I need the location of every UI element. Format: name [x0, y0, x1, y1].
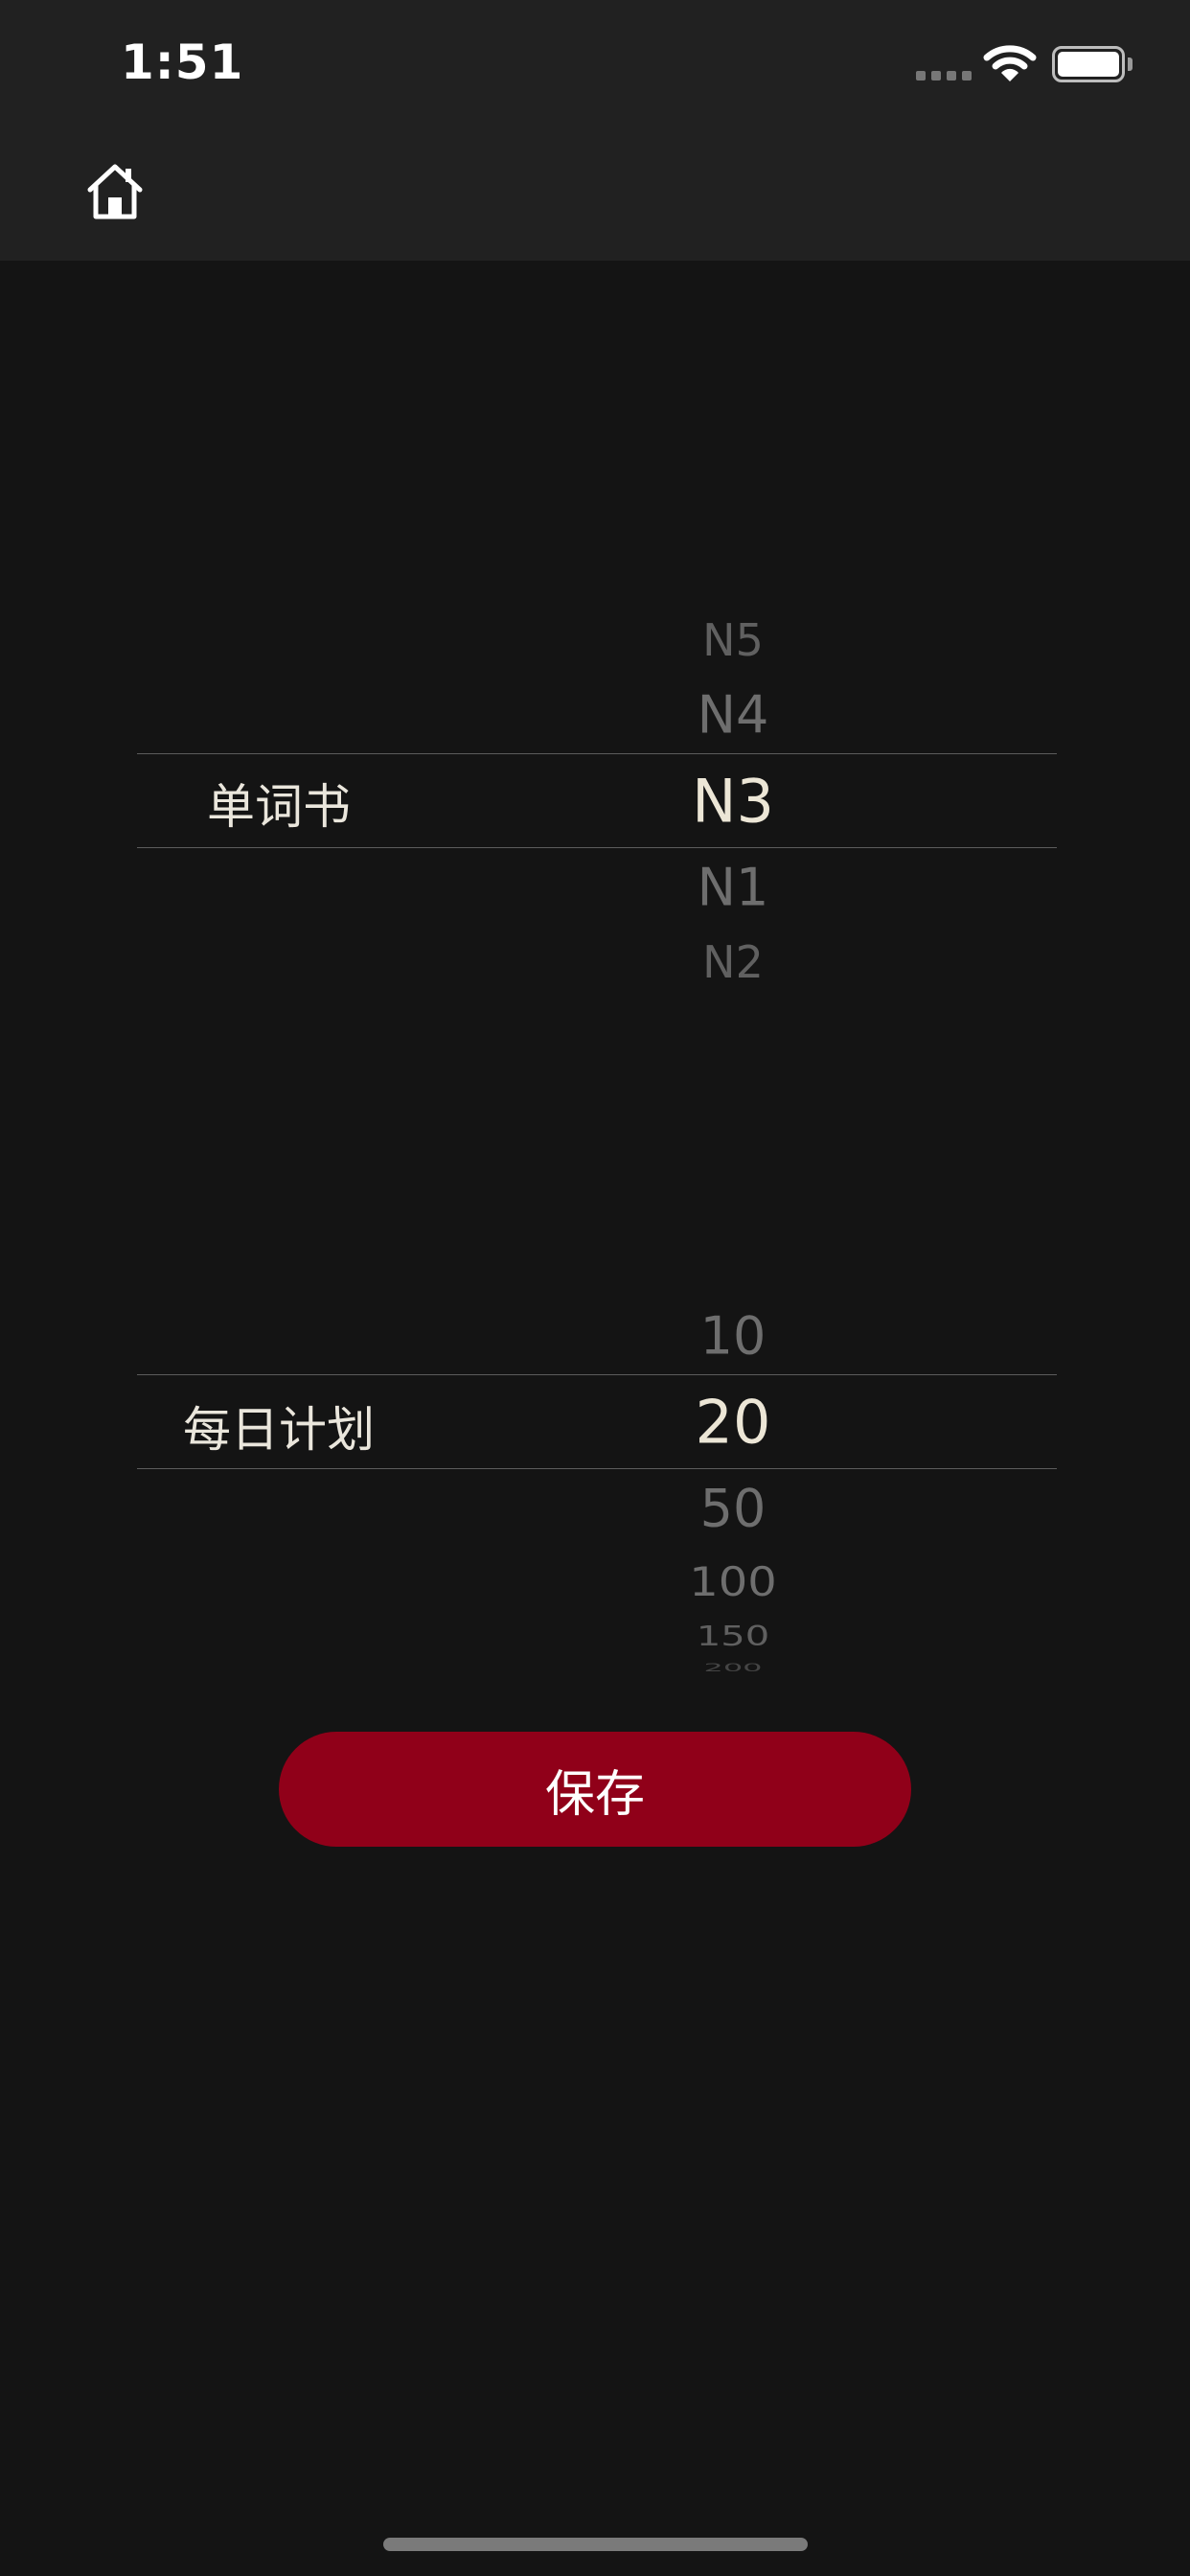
- save-button[interactable]: 保存: [279, 1732, 911, 1847]
- picker-option[interactable]: N5: [702, 614, 764, 666]
- picker-option[interactable]: N2: [702, 936, 764, 988]
- status-time: 1:51: [121, 34, 244, 90]
- selection-divider-bottom: [137, 1468, 1057, 1469]
- picker-selected-option[interactable]: 20: [696, 1388, 771, 1458]
- picker-option[interactable]: 200: [703, 1661, 762, 1673]
- home-indicator[interactable]: [383, 2538, 808, 2551]
- battery-icon: [1052, 46, 1125, 82]
- book-picker[interactable]: N5 N4 单词书 N3 N1 N2: [137, 594, 1057, 988]
- selection-divider-bottom: [137, 847, 1057, 848]
- selection-divider-top: [137, 1374, 1057, 1375]
- picker-selected-option[interactable]: N3: [692, 767, 774, 837]
- screen: 1:51 N5 N4 单词书 N3 N1 N2 10 每日计划 20 50 10…: [0, 0, 1190, 2576]
- selection-divider-top: [137, 753, 1057, 754]
- picker-option[interactable]: 50: [700, 1479, 767, 1539]
- picker-option[interactable]: 100: [689, 1558, 777, 1605]
- wifi-icon: [983, 45, 1037, 81]
- picker-option[interactable]: 150: [697, 1622, 769, 1652]
- home-icon: [87, 164, 143, 219]
- picker-option[interactable]: N1: [698, 858, 769, 918]
- top-bar: 1:51: [0, 0, 1190, 261]
- battery-fill: [1058, 52, 1119, 77]
- picker-option[interactable]: N4: [698, 685, 769, 746]
- battery-cap: [1128, 58, 1133, 71]
- home-button[interactable]: [84, 161, 146, 222]
- picker-option[interactable]: 10: [700, 1306, 767, 1367]
- daily-plan-picker[interactable]: 10 每日计划 20 50 100 150 200: [137, 1265, 1057, 1687]
- daily-plan-picker-label: 每日计划: [183, 1402, 375, 1458]
- book-picker-label: 单词书: [207, 779, 351, 835]
- cellular-signal-icon: [916, 71, 972, 80]
